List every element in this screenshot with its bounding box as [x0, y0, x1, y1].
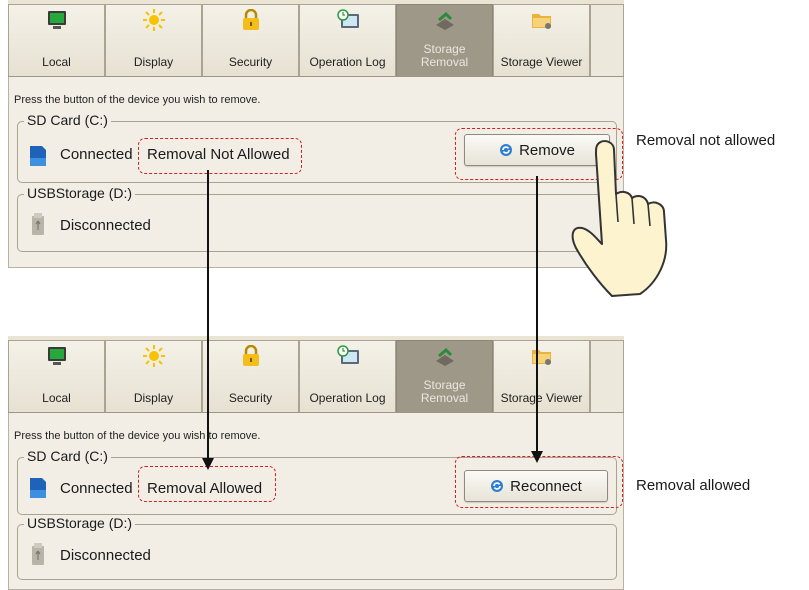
tab-bar: Local Display Security Operation Log Sto…	[8, 0, 624, 77]
monitor-icon	[47, 347, 66, 365]
tab-label: Security	[228, 55, 273, 69]
instruction-text: Press the button of the device you wish …	[14, 94, 261, 106]
tab-operation-log[interactable]: Operation Log	[299, 340, 396, 412]
monitor-icon	[47, 11, 66, 29]
arrow-button-head	[531, 451, 543, 463]
sd-card-icon	[30, 478, 46, 498]
usb-storage-title: USBStorage (D:)	[24, 185, 136, 201]
tab-label: Local	[42, 55, 71, 69]
sd-card-group: SD Card (C:) Connected Removal Allowed R…	[17, 448, 617, 515]
tab-storage-removal[interactable]: Storage Removal	[396, 4, 493, 76]
tab-content: Press the button of the device you wish …	[8, 413, 624, 590]
tab-storage-viewer[interactable]: Storage Viewer	[493, 340, 590, 412]
tab-local[interactable]: Local	[8, 4, 105, 76]
arrow-removal-status-head	[202, 458, 214, 470]
removal-status-text: Removal Not Allowed	[147, 146, 290, 163]
tab-security[interactable]: Security	[202, 340, 299, 412]
tab-filler	[590, 4, 624, 76]
tab-label: Security	[228, 391, 273, 405]
tab-label: Storage Removal	[420, 42, 469, 69]
sd-card-title: SD Card (C:)	[24, 448, 111, 464]
tab-label: Local	[42, 391, 71, 405]
tab-label: Storage Viewer	[500, 391, 583, 405]
sun-icon	[142, 9, 165, 31]
reconnect-button[interactable]: Reconnect	[464, 470, 608, 502]
sd-card-group: SD Card (C:) Connected Removal Not Allow…	[17, 112, 617, 183]
arrow-removal-status	[207, 170, 209, 460]
sd-card-icon	[30, 146, 46, 166]
tab-label: Display	[133, 55, 174, 69]
storage-removal-panel-before: Local Display Security Operation Log Sto…	[8, 0, 624, 268]
lock-icon	[242, 9, 259, 30]
tab-label: Storage Removal	[420, 378, 469, 405]
usb-status-text: Disconnected	[60, 217, 151, 234]
storage-eject-icon	[435, 11, 454, 30]
refresh-icon	[491, 480, 504, 492]
pointing-hand-icon	[571, 140, 668, 297]
tab-label: Display	[133, 391, 174, 405]
tab-content: Press the button of the device you wish …	[8, 77, 624, 268]
clock-log-icon	[336, 345, 359, 364]
tab-filler	[590, 340, 624, 412]
tab-storage-viewer[interactable]: Storage Viewer	[493, 4, 590, 76]
sd-status-text: Connected	[60, 146, 133, 163]
usb-icon	[32, 213, 44, 235]
lock-icon	[242, 345, 259, 366]
reconnect-button-label: Reconnect	[510, 477, 582, 495]
storage-eject-icon	[435, 347, 454, 366]
tab-bar: Local Display Security Operation Log Sto…	[8, 336, 624, 413]
note-removal-allowed: Removal allowed	[636, 477, 751, 494]
storage-removal-panel-after: Local Display Security Operation Log Sto…	[8, 336, 624, 590]
usb-storage-group: USBStorage (D:) Disconnected	[17, 185, 617, 252]
tab-security[interactable]: Security	[202, 4, 299, 76]
removal-status-text: Removal Allowed	[147, 480, 263, 497]
sd-card-title: SD Card (C:)	[24, 112, 111, 128]
instruction-text: Press the button of the device you wish …	[14, 430, 261, 442]
tab-operation-log[interactable]: Operation Log	[299, 4, 396, 76]
usb-status-text: Disconnected	[60, 547, 151, 564]
sd-status-text: Connected	[60, 480, 133, 497]
usb-storage-group: USBStorage (D:) Disconnected	[17, 515, 617, 580]
folder-storage-icon	[531, 14, 551, 29]
tab-label: Operation Log	[309, 391, 386, 405]
usb-icon	[32, 543, 44, 565]
folder-storage-icon	[531, 350, 551, 365]
tab-display[interactable]: Display	[105, 4, 202, 76]
arrow-button	[536, 176, 538, 452]
sun-icon	[142, 345, 165, 367]
tab-label: Operation Log	[309, 55, 386, 69]
tab-display[interactable]: Display	[105, 340, 202, 412]
tab-label: Storage Viewer	[500, 55, 583, 69]
clock-log-icon	[336, 9, 359, 28]
tab-storage-removal[interactable]: Storage Removal	[396, 340, 493, 412]
tab-local[interactable]: Local	[8, 340, 105, 412]
refresh-icon	[500, 144, 513, 156]
usb-storage-title: USBStorage (D:)	[24, 515, 136, 531]
